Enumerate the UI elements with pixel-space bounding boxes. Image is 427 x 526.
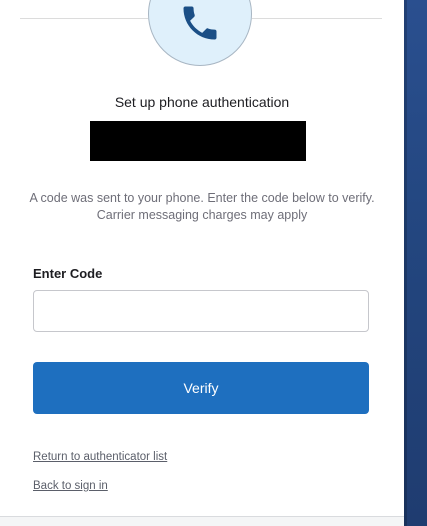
enter-code-label: Enter Code <box>33 266 103 281</box>
background-side-panel <box>404 0 427 526</box>
header-divider-right <box>252 18 382 19</box>
page: Set up phone authentication A code was s… <box>0 0 427 526</box>
instructions-line: A code was sent to your phone. Enter the… <box>29 191 375 205</box>
auth-card: Set up phone authentication A code was s… <box>0 0 404 517</box>
return-to-authenticator-list-link[interactable]: Return to authenticator list <box>33 451 167 463</box>
code-input[interactable] <box>33 290 369 332</box>
carrier-charges-note: Carrier messaging charges may apply <box>96 208 308 222</box>
back-to-sign-in-link[interactable]: Back to sign in <box>33 480 108 492</box>
page-title: Set up phone authentication <box>114 94 290 110</box>
instructions-text: A code was sent to your phone. Enter the… <box>22 190 382 224</box>
verify-button[interactable]: Verify <box>33 362 369 414</box>
redacted-phone-number <box>90 121 306 161</box>
phone-icon-badge <box>148 0 252 66</box>
header-divider-left <box>20 18 148 19</box>
phone-icon <box>183 6 217 40</box>
